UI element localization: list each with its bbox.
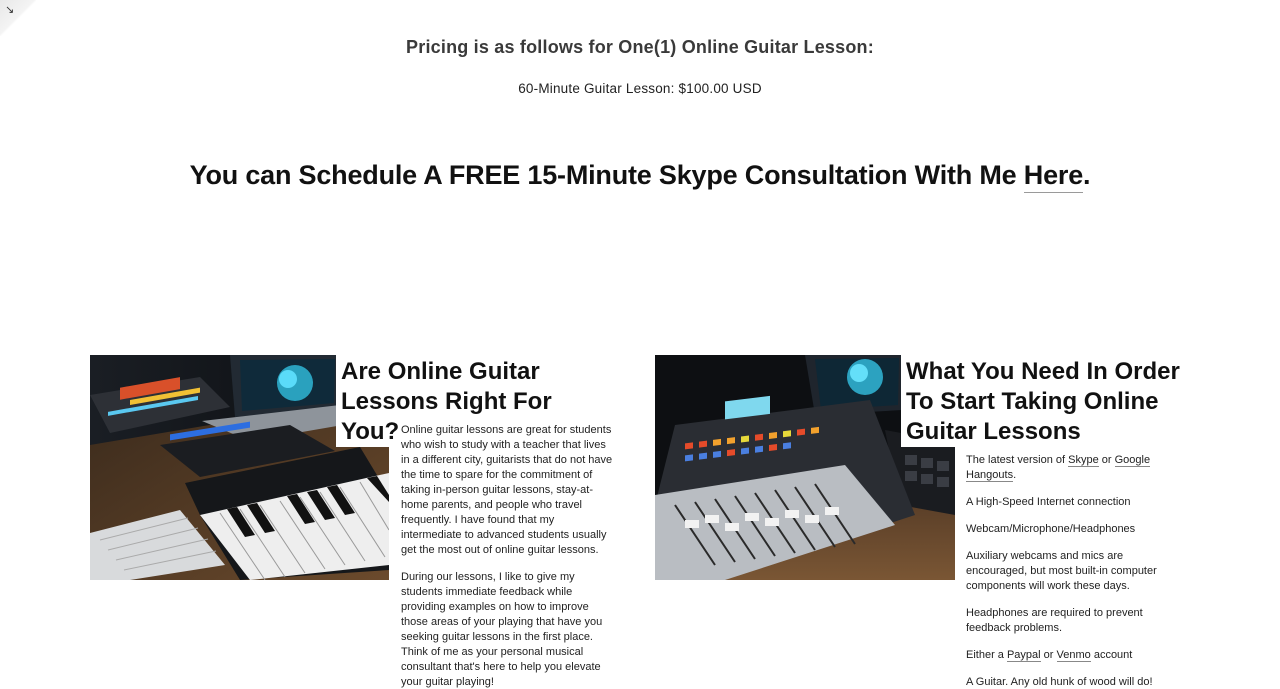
requirement-text: or xyxy=(1098,454,1115,466)
card-right-title: What You Need In Order To Start Taking O… xyxy=(901,357,1181,447)
requirement-item: Auxiliary webcams and mics are encourage… xyxy=(966,550,1157,592)
requirement-text: or xyxy=(1040,649,1057,661)
card-right-body: The latest version of Skype or Google Ha… xyxy=(966,453,1166,689)
requirement-text: The latest version of xyxy=(966,454,1069,466)
schedule-text: You can Schedule A FREE 15-Minute Skype … xyxy=(189,160,1024,190)
requirement-item: A Guitar. Any old hunk of wood will do! xyxy=(966,676,1153,688)
card-left-paragraph: During our lessons, I like to give my st… xyxy=(401,571,603,688)
requirement-text: account xyxy=(1090,649,1133,661)
card-left-paragraph: Online guitar lessons are great for stud… xyxy=(401,424,613,556)
card-left-body: Online guitar lessons are great for stud… xyxy=(401,423,615,689)
paypal-link[interactable]: Paypal xyxy=(1006,649,1041,662)
schedule-suffix: . xyxy=(1083,160,1091,190)
corner-fold[interactable]: ↘ xyxy=(0,0,36,36)
requirement-item: The latest version of Skype or Google Ha… xyxy=(966,453,1166,483)
pricing-title: Pricing is as follows for One(1) Online … xyxy=(406,37,874,57)
requirement-item: A High-Speed Internet connection xyxy=(966,496,1131,508)
expand-arrow-icon[interactable]: ↘ xyxy=(5,3,14,16)
venmo-link[interactable]: Venmo xyxy=(1056,649,1091,662)
requirement-item: Either a Paypal or Venmo account xyxy=(966,648,1166,663)
requirement-text: Either a xyxy=(966,649,1007,661)
schedule-heading: You can Schedule A FREE 15-Minute Skype … xyxy=(0,160,1280,193)
pricing-line: 60-Minute Guitar Lesson: $100.00 USD xyxy=(518,81,762,96)
requirement-item: Webcam/Microphone/Headphones xyxy=(966,523,1136,535)
requirement-text: . xyxy=(1013,469,1017,481)
requirement-item: Headphones are required to prevent feedb… xyxy=(966,607,1143,634)
schedule-here-link[interactable]: Here xyxy=(1023,160,1083,193)
skype-link[interactable]: Skype xyxy=(1068,454,1099,467)
